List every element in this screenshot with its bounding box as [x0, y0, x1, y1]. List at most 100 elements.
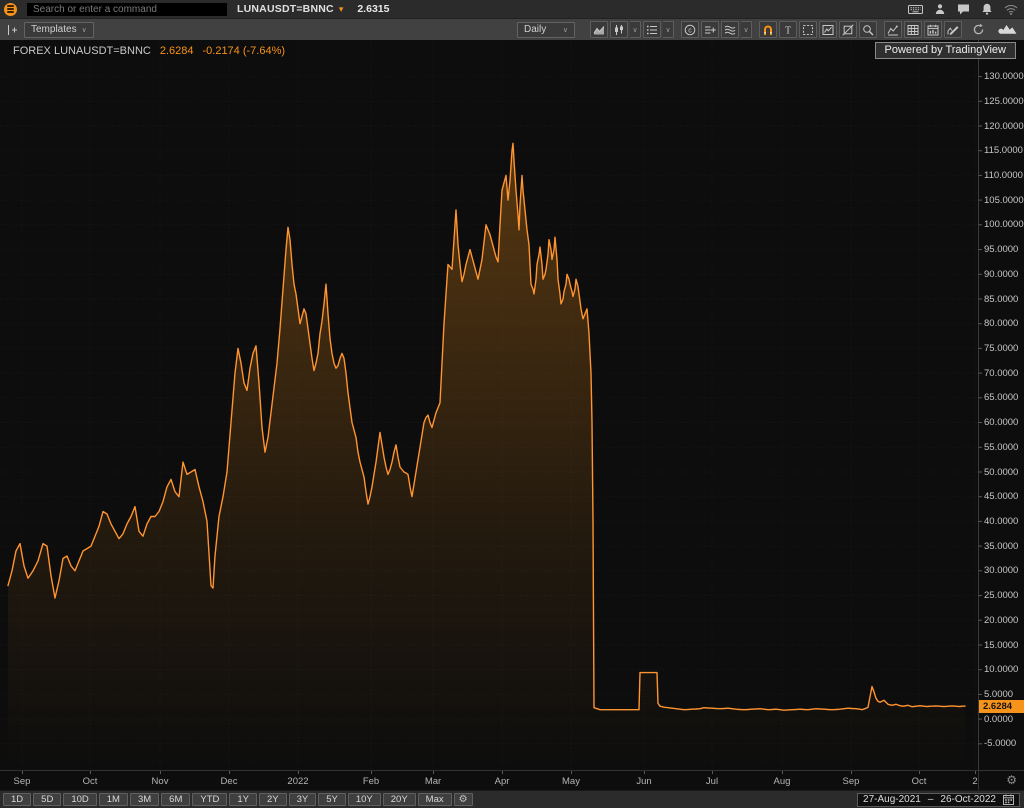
bell-icon[interactable] — [981, 3, 993, 15]
time-tick-mark — [160, 771, 161, 774]
chevron-down-icon: ∨ — [82, 26, 87, 34]
price-tick-label: 125.0000 — [984, 96, 1024, 107]
range-button-5d[interactable]: 5D — [33, 793, 61, 806]
chart-last-price: 2.6284 — [160, 45, 194, 57]
chevron-down-icon: ∨ — [563, 26, 568, 34]
search-input[interactable] — [27, 3, 227, 16]
range-button-1d[interactable]: 1D — [3, 793, 31, 806]
price-tick-label: 50.0000 — [984, 467, 1018, 478]
range-button-6m[interactable]: 6M — [161, 793, 190, 806]
time-axis[interactable]: ⚙ SepOctNovDec2022FebMarAprMayJunJulAugS… — [0, 770, 1024, 790]
range-button-3y[interactable]: 3Y — [289, 793, 317, 806]
app-logo-icon[interactable] — [4, 3, 17, 16]
chart-toolbar: Templates ∨ Daily ∨ ∨ ∨ c ∨ T — [0, 18, 1024, 40]
grid-icon — [907, 24, 919, 36]
chart-line-button[interactable] — [884, 21, 902, 38]
price-tick-label: 130.0000 — [984, 71, 1024, 82]
time-tick-mark — [644, 771, 645, 774]
calendar-chart-button[interactable] — [924, 21, 942, 38]
svg-text:c: c — [688, 27, 692, 34]
chevron-down-icon: ▾ — [339, 5, 344, 14]
hide-drawings-icon — [842, 24, 854, 36]
current-price-badge: 2.6284 — [979, 700, 1024, 713]
layers-dropdown[interactable]: ∨ — [741, 21, 752, 38]
grid-button[interactable] — [904, 21, 922, 38]
range-button-3m[interactable]: 3M — [130, 793, 159, 806]
axis-corner-divider — [978, 771, 979, 791]
range-button-1m[interactable]: 1M — [99, 793, 128, 806]
last-price-value: 2.6315 — [357, 3, 389, 15]
chart-edit-icon — [947, 24, 959, 36]
range-button-10y[interactable]: 10Y — [348, 793, 381, 806]
range-button-ytd[interactable]: YTD — [192, 793, 227, 806]
user-icon[interactable] — [934, 3, 946, 15]
time-tick-label: Apr — [495, 776, 510, 787]
time-tick-label: Nov — [152, 776, 169, 787]
area-chart-icon — [593, 24, 605, 36]
calendar-chart-icon — [927, 24, 939, 36]
zoom-button[interactable] — [859, 21, 877, 38]
powered-by-tradingview-tooltip: Powered by TradingView — [875, 42, 1016, 59]
axis-settings-gear-icon[interactable]: ⚙ — [1006, 773, 1017, 787]
price-tick-label: 20.0000 — [984, 615, 1018, 626]
chevron-down-icon: ∨ — [743, 26, 748, 34]
price-tick-label: 25.0000 — [984, 590, 1018, 601]
time-tick-label: Mar — [425, 776, 441, 787]
date-range-start: 27-Aug-2021 — [863, 794, 921, 805]
chart-symbol-title: FOREX LUNAUSDT=BNNC — [13, 45, 151, 57]
indicators-button[interactable] — [701, 21, 719, 38]
text-tool-button[interactable]: T — [779, 21, 797, 38]
time-tick-label: Sep — [14, 776, 31, 787]
price-tick-label: 55.0000 — [984, 442, 1018, 453]
chevron-down-icon: ∨ — [632, 26, 637, 34]
add-pane-icon[interactable] — [4, 22, 20, 38]
layers-icon — [724, 24, 736, 36]
list-icon — [646, 24, 658, 36]
range-settings-gear-icon[interactable]: ⚙ — [454, 793, 473, 806]
range-button-5y[interactable]: 5Y — [318, 793, 346, 806]
chart-pane[interactable]: FOREX LUNAUSDT=BNNC 2.6284 -0.2174 (-7.6… — [0, 40, 1024, 770]
range-button-max[interactable]: Max — [418, 793, 452, 806]
hide-drawings-button[interactable] — [839, 21, 857, 38]
price-tick-label: 60.0000 — [984, 417, 1018, 428]
range-button-1y[interactable]: 1Y — [229, 793, 257, 806]
interval-select[interactable]: Daily ∨ — [517, 22, 575, 38]
range-button-2y[interactable]: 2Y — [259, 793, 287, 806]
candlestick-dropdown[interactable]: ∨ — [630, 21, 641, 38]
date-range-picker[interactable]: 27-Aug-2021 – 26-Oct-2022 — [857, 793, 1020, 807]
range-button-20y[interactable]: 20Y — [383, 793, 416, 806]
interval-value: Daily — [524, 24, 546, 35]
list-dropdown[interactable]: ∨ — [663, 21, 674, 38]
chart-line-icon — [887, 24, 899, 36]
chart-legend[interactable]: FOREX LUNAUSDT=BNNC 2.6284 -0.2174 (-7.6… — [13, 45, 285, 57]
top-bar: LUNAUSDT=BNNC ▾ 2.6315 — [0, 0, 1024, 18]
layers-button[interactable] — [721, 21, 739, 38]
list-button[interactable] — [643, 21, 661, 38]
range-button-10d[interactable]: 10D — [63, 793, 96, 806]
magnet-icon — [762, 24, 774, 36]
magnet-button[interactable] — [759, 21, 777, 38]
tradingview-button[interactable] — [994, 21, 1020, 38]
date-range-end: 26-Oct-2022 — [940, 794, 996, 805]
chat-icon[interactable] — [957, 3, 970, 15]
text-tool-icon: T — [782, 24, 794, 36]
chart-box-button[interactable] — [819, 21, 837, 38]
wifi-icon[interactable] — [1004, 4, 1018, 15]
price-tick-label: 35.0000 — [984, 541, 1018, 552]
svg-text:T: T — [785, 25, 791, 35]
refresh-button[interactable] — [969, 21, 987, 38]
chart-edit-button[interactable] — [944, 21, 962, 38]
symbol-label: LUNAUSDT=BNNC — [237, 3, 334, 15]
time-tick-mark — [919, 771, 920, 774]
select-button[interactable] — [799, 21, 817, 38]
price-tick-label: 5.0000 — [984, 689, 1013, 700]
time-tick-label: Jul — [706, 776, 718, 787]
keyboard-icon[interactable] — [908, 4, 923, 15]
price-axis[interactable]: 130.0000125.0000120.0000115.0000110.0000… — [978, 40, 1024, 770]
templates-button[interactable]: Templates ∨ — [24, 22, 94, 38]
area-chart-button[interactable] — [590, 21, 608, 38]
price-tick-label: 100.0000 — [984, 219, 1024, 230]
candlestick-button[interactable] — [610, 21, 628, 38]
symbol-selector[interactable]: LUNAUSDT=BNNC ▾ — [237, 3, 343, 15]
compare-button[interactable]: c — [681, 21, 699, 38]
